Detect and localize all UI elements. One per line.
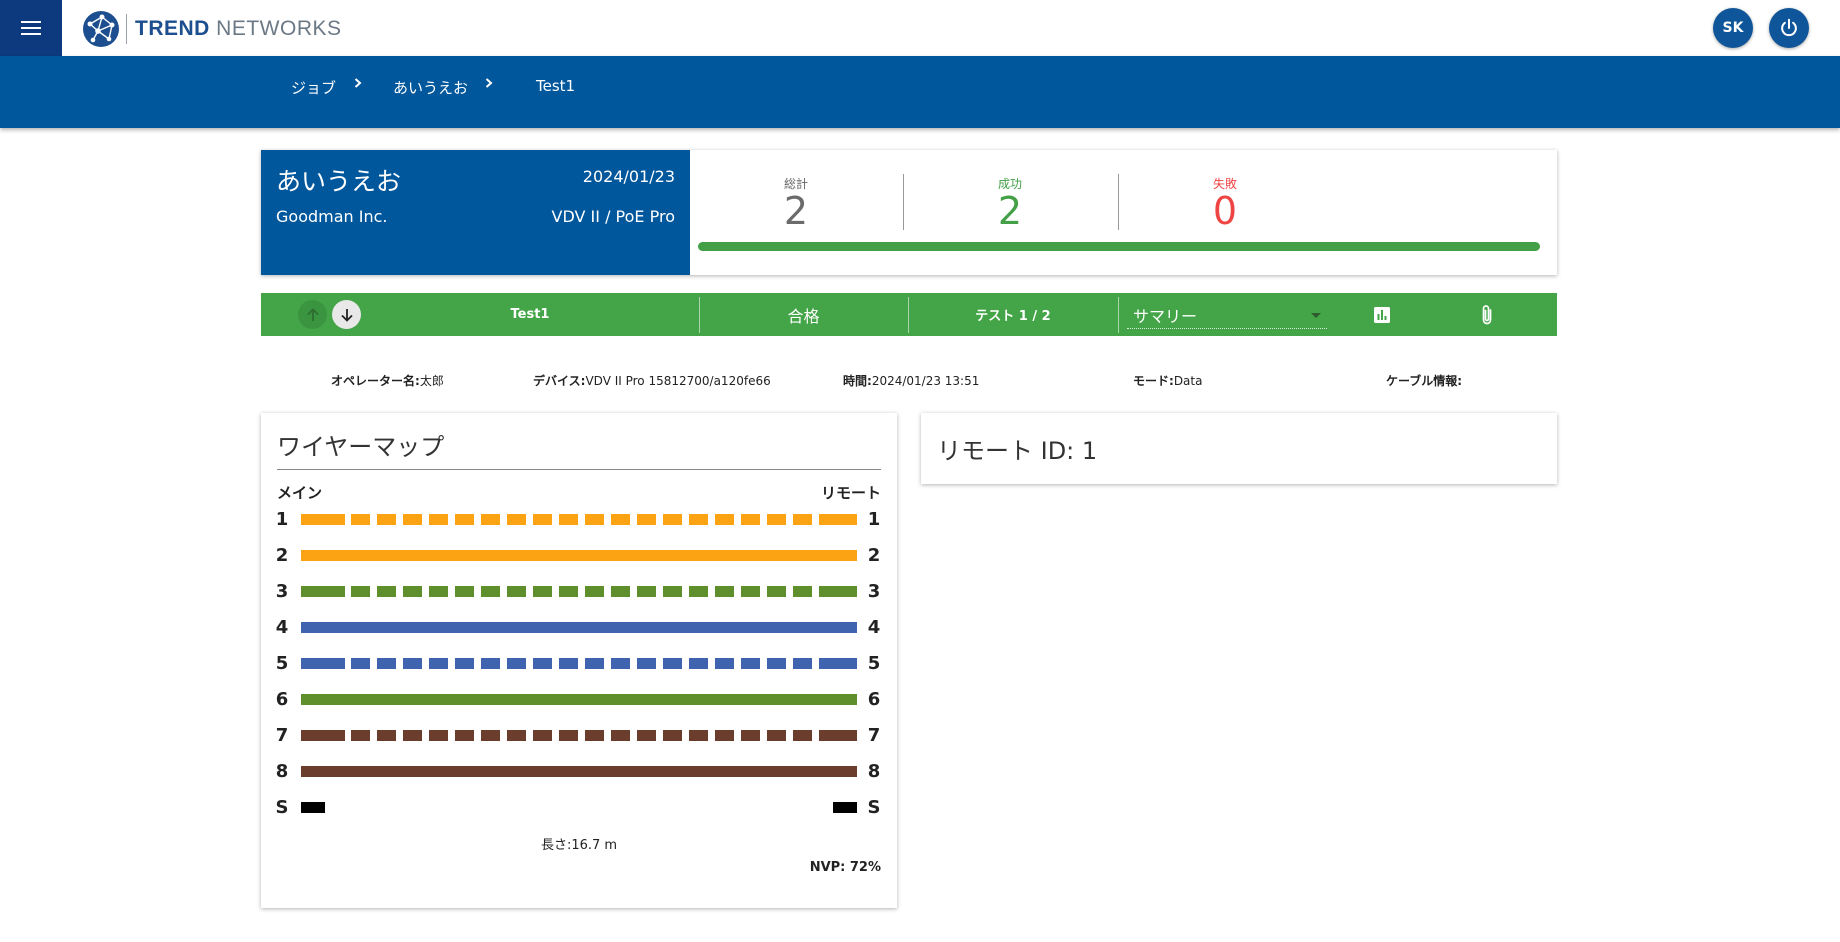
chevron-right-icon [354,78,362,88]
view-select-value: サマリー [1133,306,1198,326]
attachment-button[interactable] [1476,304,1498,326]
wire-5 [301,658,857,669]
dropdown-caret-icon [1311,313,1321,318]
chart-button[interactable] [1371,304,1393,326]
job-info-panel: あいうえお 2024/01/23 Goodman Inc. VDV II / P… [261,150,690,275]
wire-pin-main: 2 [275,545,289,566]
wire-1 [301,514,857,525]
chevron-right-icon [485,78,493,88]
remote-end-label: リモート [820,484,881,502]
wire-pin-main: 3 [275,581,289,602]
wire-pin-remote: 3 [867,581,881,602]
wire-pin-remote: 2 [867,545,881,566]
wire-pin-remote: 1 [867,509,881,530]
operator-info: オペレーター名:太郎 [331,374,444,388]
trend-networks-logo: TREND NETWORKS [82,10,342,48]
wire-pin-main: 1 [275,509,289,530]
next-test-button[interactable] [332,300,361,329]
job-date: 2024/01/23 [582,167,675,186]
wire-pin-main: 6 [275,689,289,710]
stat-fail-value: 0 [1212,189,1238,233]
test-index: テスト 1 / 2 [975,309,1051,324]
top-app-bar: TREND NETWORKS SK [0,0,1840,56]
test-name: Test1 [510,307,550,322]
time-info: 時間:2024/01/23 13:51 [843,374,980,388]
job-summary-card: あいうえお 2024/01/23 Goodman Inc. VDV II / P… [261,150,1557,275]
job-device: VDV II / PoE Pro [551,207,675,226]
view-select[interactable]: サマリー [1127,301,1327,329]
wire-pin-remote: 8 [867,761,881,782]
job-company: Goodman Inc. [276,207,388,226]
wiremap-card: ワイヤーマップ メイン リモート 1 1 2 2 3 3 4 4 5 5 6 6 7 7 8 8 S S 長さ:1… [261,413,897,908]
wire-8 [301,766,857,777]
device-info: デバイス:VDV II Pro 15812700/a120fe66 [533,374,771,388]
power-icon [1781,18,1797,37]
remote-id-card: リモート ID: 1 [921,413,1557,484]
arrow-down-icon [340,308,353,322]
pass-progress-bar [698,242,1540,251]
logout-button[interactable] [1769,8,1809,48]
stat-divider [903,174,904,230]
brand-name: TREND NETWORKS [135,17,342,40]
stat-pass: 成功 2 [910,175,1110,230]
cable-info: ケーブル情報: [1386,374,1463,388]
stat-fail: 失敗 0 [1125,175,1325,230]
breadcrumb-item-test: Test1 [536,77,576,95]
cable-length: 長さ:16.7 m [540,838,618,853]
wiremap-divider [277,469,881,470]
wire-3 [301,586,857,597]
wire-S [301,802,857,813]
wire-6 [301,694,857,705]
wiremap-title: ワイヤーマップ [277,433,445,461]
stat-divider [1118,174,1119,230]
wire-4 [301,622,857,633]
wire-pin-main: S [275,797,289,818]
arrow-up-icon [306,307,319,321]
mode-info: モード:Data [1133,374,1203,388]
globe-icon [83,11,119,47]
hamburger-menu-button[interactable] [0,0,62,56]
toolbar-divider [1118,297,1119,333]
test-result: 合格 [787,306,820,326]
test-toolbar: Test1 合格 テスト 1 / 2 サマリー [261,293,1557,336]
stat-pass-value: 2 [997,189,1023,233]
main-end-label: メイン [277,484,323,502]
job-title: あいうえお [276,167,402,196]
wire-pin-remote: 7 [867,725,881,746]
user-avatar[interactable]: SK [1713,8,1753,48]
wire-pin-remote: 4 [867,617,881,638]
stat-total: 総計 2 [696,175,896,230]
breadcrumb-item-jobs[interactable]: ジョブ [291,77,336,98]
bar-chart-icon [1374,307,1390,323]
hamburger-icon [21,21,41,35]
wire-pin-remote: 6 [867,689,881,710]
remote-id-title: リモート ID: 1 [937,437,1098,465]
wire-7 [301,730,857,741]
wire-pin-main: 8 [275,761,289,782]
wire-2 [301,550,857,561]
wire-pin-main: 7 [275,725,289,746]
wire-pin-remote: 5 [867,653,881,674]
breadcrumb-item-job[interactable]: あいうえお [393,77,468,98]
nvp-value: NVP: 72% [809,860,881,875]
wire-pin-main: 5 [275,653,289,674]
wire-pin-main: 4 [275,617,289,638]
wire-pin-remote: S [867,797,881,818]
breadcrumb: ジョブ あいうえお Test1 [0,56,1840,128]
previous-test-button[interactable] [298,300,327,329]
logo-divider [126,14,127,44]
stat-total-value: 2 [783,189,809,233]
paperclip-icon [1482,305,1492,325]
